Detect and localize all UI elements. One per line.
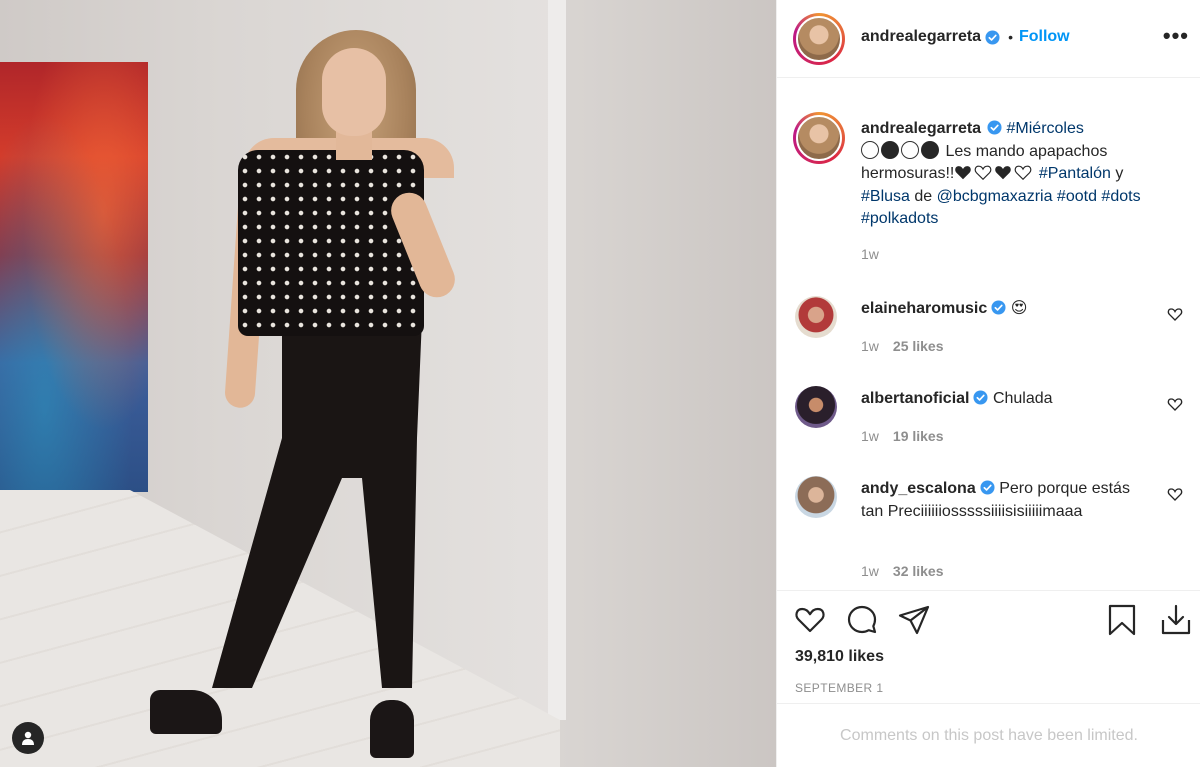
comment-avatar[interactable] xyxy=(795,296,837,338)
heart-icon[interactable] xyxy=(793,603,827,637)
post-side-panel: andrealegarreta • Follow ••• andrealegar… xyxy=(776,0,1200,767)
comment-username[interactable]: andy_escalona xyxy=(861,480,976,497)
follow-button[interactable]: Follow xyxy=(1019,28,1070,46)
comment-time[interactable]: 1w xyxy=(861,428,879,444)
hashtag-link[interactable]: #Blusa xyxy=(861,188,910,205)
author-username[interactable]: andrealegarreta xyxy=(861,28,981,46)
share-icon[interactable] xyxy=(897,603,931,637)
comment-likes[interactable]: 19 likes xyxy=(893,428,944,444)
white-heart-emoji xyxy=(1015,165,1032,180)
comment-heart-icon[interactable] xyxy=(1167,306,1183,322)
caption-text: de xyxy=(914,187,933,205)
comment-likes[interactable]: 32 likes xyxy=(893,563,944,579)
post-header: andrealegarreta • Follow ••• xyxy=(777,0,1200,78)
more-options-icon[interactable]: ••• xyxy=(1163,25,1189,47)
verified-icon xyxy=(987,120,1002,135)
comments-list[interactable]: andrealegarreta #Miércoles Les mando apa… xyxy=(777,96,1200,590)
verified-icon xyxy=(980,480,995,495)
hashtag-link[interactable]: #Miércoles xyxy=(1007,120,1084,137)
hashtag-link[interactable]: #polkadots xyxy=(861,210,938,227)
post-photo[interactable] xyxy=(0,0,776,767)
black-circle-emoji xyxy=(921,140,939,159)
hashtag-link[interactable]: #ootd xyxy=(1057,188,1097,205)
white-heart-emoji xyxy=(975,165,992,180)
comment-text: Chulada xyxy=(992,390,1053,407)
comment-meta: 1w 25 likes xyxy=(861,338,958,354)
caption-username[interactable]: andrealegarreta xyxy=(861,120,981,137)
bookmark-icon[interactable] xyxy=(1105,603,1139,637)
comment-heart-icon[interactable] xyxy=(1167,396,1183,412)
white-circle-emoji xyxy=(861,140,879,159)
black-heart-emoji xyxy=(995,166,1012,180)
comment-meta: 1w 32 likes xyxy=(861,563,958,579)
caption-text: y xyxy=(1115,165,1124,182)
comment-body: elaineharomusic 😍 xyxy=(861,298,1131,321)
verified-icon xyxy=(973,390,989,405)
caption-avatar[interactable] xyxy=(793,112,845,164)
comment-avatar[interactable] xyxy=(795,386,837,428)
comment-avatar[interactable] xyxy=(795,476,837,518)
user-tag-button[interactable] xyxy=(12,722,44,754)
comment-username[interactable]: elaineharomusic xyxy=(861,300,987,317)
comment-time[interactable]: 1w xyxy=(861,338,879,354)
verified-icon xyxy=(985,29,1000,45)
comment-icon[interactable] xyxy=(845,603,879,637)
comment-body: albertanoficial Chulada xyxy=(861,388,1131,411)
photo-person xyxy=(0,0,776,767)
post-date[interactable]: SEPTEMBER 1 xyxy=(795,681,883,695)
comment-meta: 1w 19 likes xyxy=(861,428,958,444)
black-circle-emoji xyxy=(881,140,899,159)
black-heart-emoji xyxy=(955,166,972,180)
comment-time[interactable]: 1w xyxy=(861,563,879,579)
download-icon[interactable] xyxy=(1159,603,1193,637)
white-circle-emoji xyxy=(901,140,919,159)
user-tag-icon xyxy=(22,731,34,745)
hashtag-link[interactable]: #Pantalón xyxy=(1039,165,1111,182)
comment-likes[interactable]: 25 likes xyxy=(893,338,944,354)
comment-heart-icon[interactable] xyxy=(1167,486,1183,502)
post-actions xyxy=(777,590,1200,650)
hashtag-link[interactable]: #dots xyxy=(1101,188,1140,205)
comment-body: andy_escalona Pero porque estás tan Prec… xyxy=(861,478,1131,523)
mention-link[interactable]: @bcbgmaxazria xyxy=(937,188,1053,205)
comment-text: 😍 xyxy=(1010,300,1028,317)
comments-limited-notice: Comments on this post have been limited. xyxy=(777,703,1200,767)
comment-username[interactable]: albertanoficial xyxy=(861,390,969,407)
caption-time[interactable]: 1w xyxy=(861,246,879,262)
header-separator: • xyxy=(1008,29,1013,45)
post-caption: andrealegarreta #Miércoles Les mando apa… xyxy=(861,118,1161,231)
verified-icon xyxy=(991,300,1006,315)
likes-count[interactable]: 39,810 likes xyxy=(795,648,884,666)
author-avatar[interactable] xyxy=(793,13,845,65)
